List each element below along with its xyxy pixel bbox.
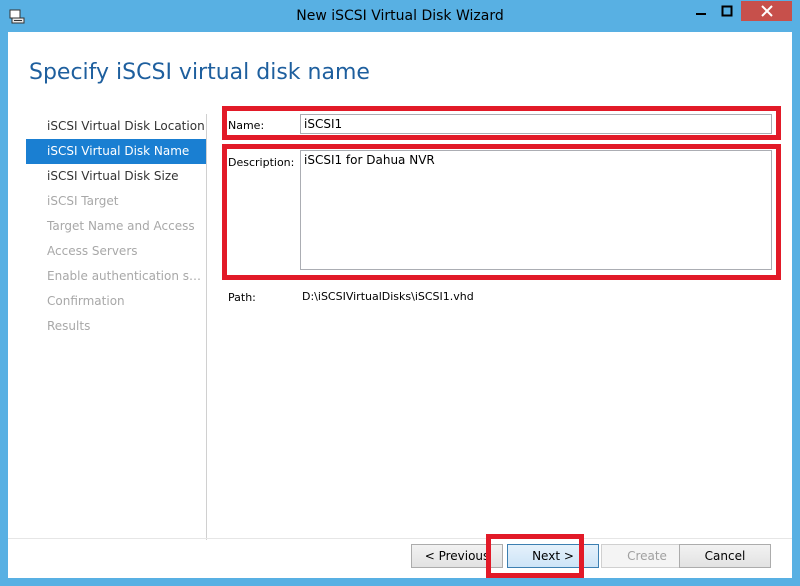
- page-title: Specify iSCSI virtual disk name: [29, 60, 370, 85]
- nav-step-authentication: Enable authentication ser...: [47, 269, 206, 283]
- nav-step-disk-name[interactable]: iSCSI Virtual Disk Name: [26, 139, 206, 164]
- maximize-icon: [721, 2, 733, 21]
- nav-step-access-servers: Access Servers: [47, 244, 138, 258]
- nav-divider: [206, 114, 207, 540]
- nav-step-confirmation: Confirmation: [47, 294, 125, 308]
- minimize-icon: [695, 2, 707, 21]
- nav-step-disk-location[interactable]: iSCSI Virtual Disk Location: [26, 114, 206, 139]
- window-title: New iSCSI Virtual Disk Wizard: [296, 8, 504, 24]
- minimize-button[interactable]: [688, 1, 714, 21]
- nav-step-results: Results: [47, 319, 91, 333]
- nav-step-disk-size[interactable]: iSCSI Virtual Disk Size: [26, 164, 206, 189]
- maximize-button[interactable]: [714, 1, 740, 21]
- highlight-name-box: [222, 106, 781, 140]
- wizard-window: New iSCSI Virtual Disk Wizard Specify iS…: [0, 0, 800, 586]
- path-value: D:\iSCSIVirtualDisks\iSCSI1.vhd: [302, 290, 474, 303]
- path-label: Path:: [228, 291, 256, 304]
- cancel-button[interactable]: Cancel: [679, 544, 771, 568]
- wizard-step-list: iSCSI Virtual Disk Location iSCSI Virtua…: [26, 114, 206, 339]
- highlight-next-box: [486, 534, 584, 578]
- title-bar[interactable]: New iSCSI Virtual Disk Wizard: [0, 0, 800, 33]
- close-button[interactable]: [741, 1, 792, 21]
- close-icon: [760, 2, 773, 21]
- nav-step-target: iSCSI Target: [47, 194, 119, 208]
- button-separator: [8, 538, 792, 539]
- wizard-client-area: Specify iSCSI virtual disk name iSCSI Vi…: [8, 32, 792, 578]
- nav-step-target-name-access: Target Name and Access: [47, 219, 195, 233]
- highlight-description-box: [222, 144, 781, 280]
